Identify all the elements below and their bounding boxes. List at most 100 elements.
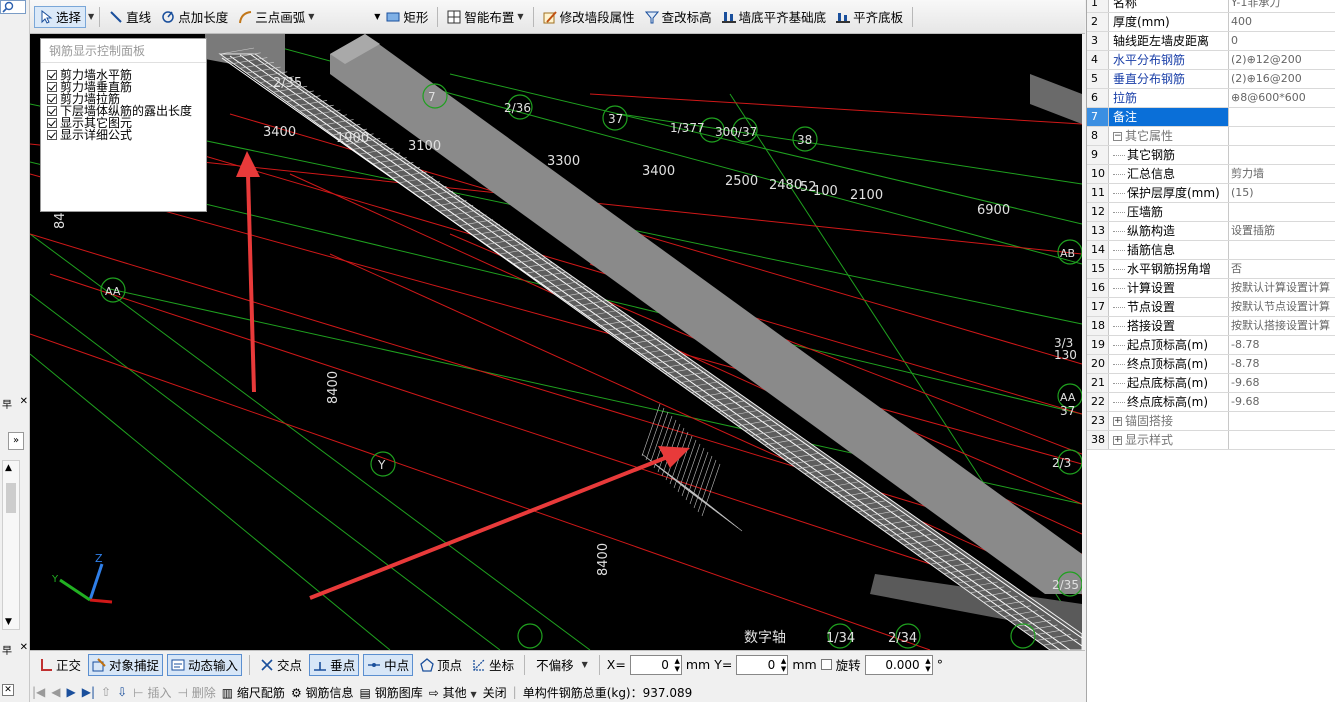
check-elevation-button[interactable]: 查改标高 <box>641 6 716 28</box>
property-row[interactable]: 20 终点顶标高(m) -8.78 <box>1087 355 1335 374</box>
property-row[interactable]: 12 压墙筋 <box>1087 203 1335 222</box>
property-row[interactable]: 18 搭接设置 按默认搭接设置计算 <box>1087 317 1335 336</box>
search-field[interactable] <box>0 0 26 14</box>
rect-button[interactable]: 矩形 <box>382 6 432 28</box>
property-value[interactable]: ⊕8@600*600 <box>1229 89 1335 107</box>
last-record-icon[interactable]: ▶| <box>82 685 95 699</box>
modify-wall-segment-button[interactable]: 修改墙段属性 <box>539 6 639 28</box>
object-snap-toggle[interactable]: 对象捕捉 <box>88 653 164 676</box>
property-value[interactable]: 否 <box>1229 260 1335 278</box>
property-row[interactable]: 15 水平钢筋拐角增 否 <box>1087 260 1335 279</box>
property-value[interactable]: (2)⊕12@200 <box>1229 51 1335 69</box>
select-dropdown-icon[interactable]: ▼ <box>88 12 94 21</box>
property-value[interactable]: 按默认节点设置计算 <box>1229 298 1335 316</box>
checkbox[interactable] <box>47 118 57 128</box>
property-row[interactable]: 22 终点底标高(m) -9.68 <box>1087 393 1335 412</box>
property-value[interactable]: 设置插筋 <box>1229 222 1335 240</box>
property-row[interactable]: 8− 其它属性 <box>1087 127 1335 146</box>
property-row[interactable]: 11 保护层厚度(mm) (15) <box>1087 184 1335 203</box>
rebar-info-button[interactable]: ⚙ 钢筋信息 <box>291 684 354 701</box>
property-value[interactable]: 0 <box>1229 32 1335 50</box>
property-value[interactable] <box>1229 146 1335 164</box>
property-value[interactable]: (2)⊕16@200 <box>1229 70 1335 88</box>
property-value[interactable] <box>1229 412 1335 430</box>
rebar-library-button[interactable]: ▤ 钢筋图库 <box>360 684 423 701</box>
checkbox[interactable] <box>47 94 57 104</box>
spinner-icon[interactable]: ▲ ▼ <box>781 657 786 673</box>
property-value[interactable]: 按默认搭接设置计算 <box>1229 317 1335 335</box>
x-offset-input[interactable]: 0 ▲ ▼ <box>629 654 682 675</box>
scroll-up-icon[interactable]: ▲ <box>5 463 12 473</box>
property-value[interactable] <box>1229 203 1335 221</box>
property-row[interactable]: 16 计算设置 按默认计算设置计算 <box>1087 279 1335 298</box>
arc-dropdown-icon[interactable]: ▼ <box>308 12 314 21</box>
scroll-down-icon[interactable]: ▼ <box>5 617 12 627</box>
perpendicular-snap[interactable]: 垂点 <box>309 653 360 676</box>
checkbox[interactable] <box>47 82 57 92</box>
property-row[interactable]: 4 水平分布钢筋 (2)⊕12@200 <box>1087 51 1335 70</box>
wall-bottom-align-button[interactable]: 墙底平齐基础底 <box>718 6 831 28</box>
property-value[interactable]: Y-1非承力 <box>1229 0 1335 12</box>
property-value[interactable]: -8.78 <box>1229 355 1335 373</box>
vertical-scrollbar[interactable]: ▲ ▼ <box>2 460 20 630</box>
pin-icon[interactable]: 早 <box>2 642 12 657</box>
pin-icon[interactable]: 早 <box>2 396 12 411</box>
property-value[interactable]: 400 <box>1229 13 1335 31</box>
close-panel-icon[interactable]: ✕ <box>2 684 14 696</box>
property-row[interactable]: 3 轴线距左墙皮距离 0 <box>1087 32 1335 51</box>
smart-layout-dropdown-icon[interactable]: ▼ <box>517 12 523 21</box>
expand-panel-button[interactable]: » <box>8 432 24 450</box>
checkbox[interactable] <box>47 70 57 80</box>
smart-layout-button[interactable]: 智能布置 ▼ <box>443 6 527 28</box>
property-value[interactable] <box>1229 241 1335 259</box>
property-value[interactable]: -9.68 <box>1229 393 1335 411</box>
property-row[interactable]: 5 垂直分布钢筋 (2)⊕16@200 <box>1087 70 1335 89</box>
intersection-snap[interactable]: 交点 <box>257 654 305 676</box>
align-bottom-button[interactable]: 平齐底板 <box>832 6 907 28</box>
property-value[interactable]: 剪力墙 <box>1229 165 1335 183</box>
close-icon[interactable]: ✕ <box>20 396 28 410</box>
property-value[interactable]: 按默认计算设置计算 <box>1229 279 1335 297</box>
close-button[interactable]: 关闭 <box>483 684 507 701</box>
property-row[interactable]: 13 纵筋构造 设置插筋 <box>1087 222 1335 241</box>
insert-button[interactable]: ⊢ 插入 <box>133 684 171 701</box>
property-row[interactable]: 38 + 显示样式 <box>1087 431 1335 450</box>
collapse-icon[interactable]: − <box>1113 132 1122 141</box>
dynamic-input-toggle[interactable]: 动态输入 <box>167 653 243 676</box>
property-row[interactable]: 2 厚度(mm) 400 <box>1087 13 1335 32</box>
three-point-arc-button[interactable]: 三点画弧 ▼ <box>234 6 318 28</box>
vertex-snap[interactable]: 顶点 <box>417 654 465 676</box>
point-length-button[interactable]: 点加长度 <box>157 6 232 28</box>
rotate-checkbox[interactable] <box>820 659 832 670</box>
arc-mode-select[interactable]: ▼ <box>320 7 380 27</box>
scale-rebar-button[interactable]: ▥ 缩尺配筋 <box>222 684 285 701</box>
next-record-icon[interactable]: ▶ <box>67 685 76 699</box>
delete-button[interactable]: ⊣ 删除 <box>177 684 215 701</box>
midpoint-snap[interactable]: 中点 <box>363 653 414 676</box>
move-down-icon[interactable]: ⇩ <box>117 685 127 699</box>
other-menu-button[interactable]: ⇨ 其他 ▼ <box>429 684 477 701</box>
scrollbar-thumb[interactable] <box>6 483 16 513</box>
property-row[interactable]: 1 名称 Y-1非承力 <box>1087 0 1335 13</box>
coordinate-snap[interactable]: 坐标 <box>469 654 517 676</box>
property-row[interactable]: 14 插筋信息 <box>1087 241 1335 260</box>
property-row[interactable]: 6 拉筋 ⊕8@600*600 <box>1087 89 1335 108</box>
expand-icon[interactable]: + <box>1113 417 1122 426</box>
move-up-icon[interactable]: ⇧ <box>101 685 111 699</box>
prev-record-icon[interactable]: ◀ <box>51 685 60 699</box>
expand-icon[interactable]: + <box>1113 436 1122 445</box>
property-row[interactable]: 7 备注 <box>1087 108 1335 127</box>
checkbox[interactable] <box>47 130 57 140</box>
first-record-icon[interactable]: |◀ <box>32 685 45 699</box>
property-row[interactable]: 17 节点设置 按默认节点设置计算 <box>1087 298 1335 317</box>
property-row[interactable]: 23 + 锚固搭接 <box>1087 412 1335 431</box>
property-value[interactable] <box>1229 431 1335 449</box>
offset-mode-select[interactable]: 不偏移 ▼ <box>532 655 592 675</box>
line-button[interactable]: 直线 <box>105 6 155 28</box>
spinner-icon[interactable]: ▲ ▼ <box>925 657 930 673</box>
property-row[interactable]: 21 起点底标高(m) -9.68 <box>1087 374 1335 393</box>
property-value[interactable] <box>1229 127 1335 145</box>
property-value[interactable]: (15) <box>1229 184 1335 202</box>
rotate-angle-input[interactable]: 0.000 ▲ ▼ <box>864 654 933 675</box>
property-value[interactable] <box>1229 108 1335 126</box>
